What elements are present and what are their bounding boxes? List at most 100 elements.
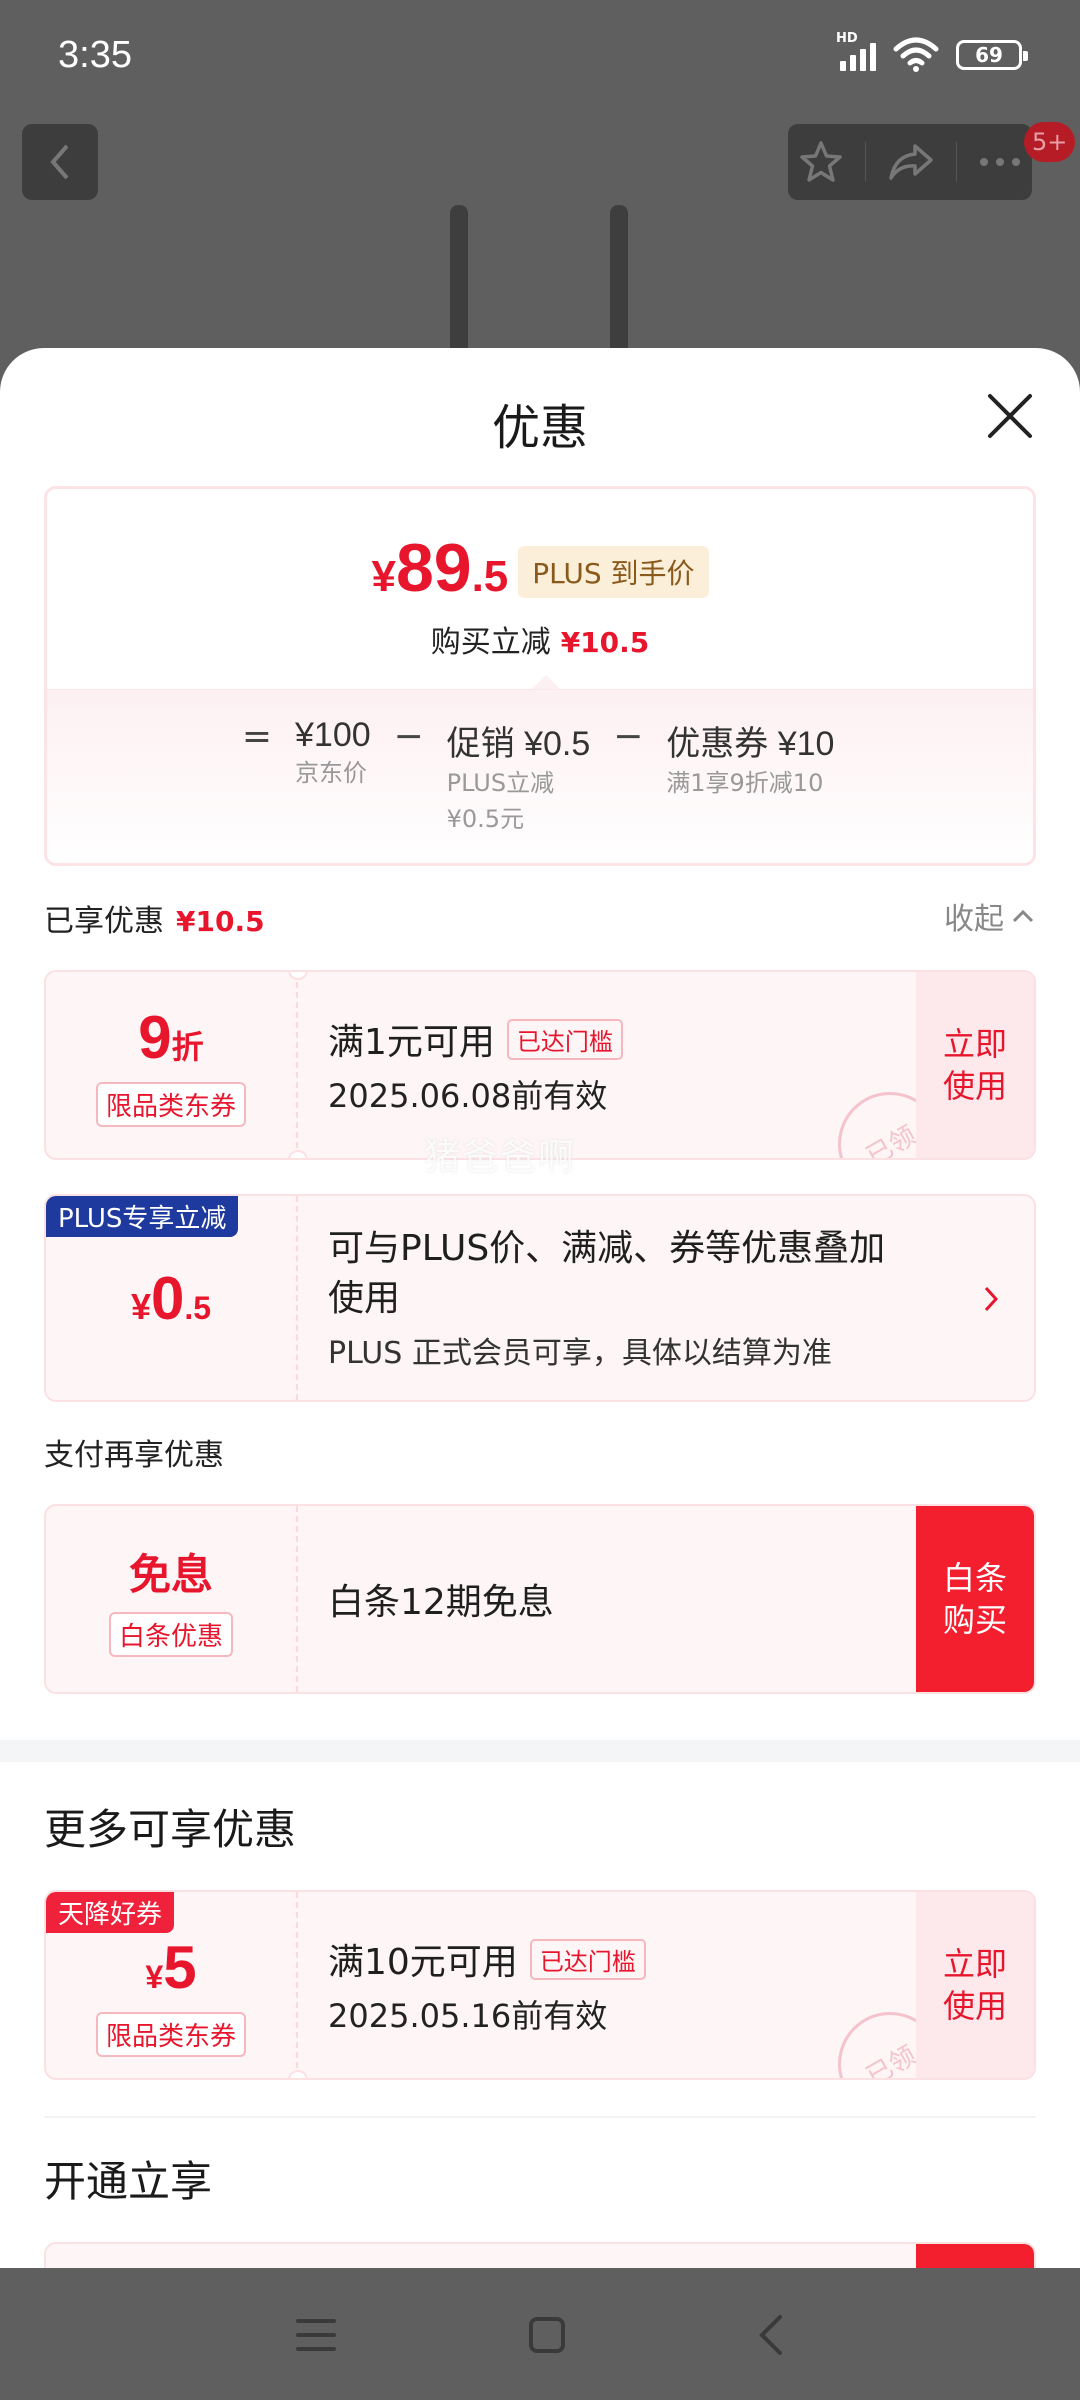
header-actions [788,124,1032,200]
baitiao-value: 免息 白条优惠 [46,1506,298,1692]
value-integer: 0 [150,1264,185,1332]
more-discounts-title: 更多可享优惠 [44,1805,297,1854]
collapse-label: 收起 [944,902,1004,937]
pointer-arrow [532,675,560,689]
menu-icon[interactable] [294,2315,338,2355]
divider [865,142,867,182]
back-icon[interactable] [756,2313,786,2357]
status-bar: 3:35 HD 69 [0,0,1080,110]
plus-discount-card[interactable]: ¥0.5 PLUS专享立减 可与PLUS价、满减、券等优惠叠加 使用 PLUS … [44,1194,1036,1402]
action-line: 立即 [942,1025,1007,1063]
coupon-value: 9折 限品类东券 [46,972,298,1158]
term-value: 促销 ¥0.5 [446,725,591,763]
membership-action-button[interactable] [916,2244,1034,2268]
term-caption: 满1享9折减10 [666,769,824,797]
equals-sign: = [241,716,273,757]
use-now-button[interactable]: 立即 使用 [916,1892,1034,2078]
coupon-type-badge: 限品类东券 [95,1082,246,1127]
coupon-condition: 满10元可用 [328,1942,518,1983]
back-button[interactable] [22,124,98,200]
ticket-notch [288,1150,308,1158]
ticket-notch [288,2070,308,2078]
reduction-label: 购买立减 [430,625,551,660]
minus-sign: − [393,716,424,757]
surprise-coupon-tag: 天降好券 [46,1892,175,1933]
system-nav-bar [0,2270,1080,2400]
chevron-right-icon [984,1286,999,1312]
membership-card-partial[interactable] [44,2242,1036,2268]
currency-symbol: ¥ [371,552,396,601]
price-summary: ¥89.5 PLUS 到手价 购买立减 ¥10.5 = ¥100 京东价 − 促销… [44,486,1036,866]
discount-unit: 折 [171,1029,204,1065]
discount-sheet: 优惠 ¥89.5 PLUS 到手价 购买立减¥10.5 = ¥100 京东价 [0,348,1080,2268]
action-line: 立即 [942,1945,1007,1983]
installment-title: 白条12期免息 [328,1582,554,1623]
term-value: 优惠券 ¥10 [666,725,835,763]
more-icon[interactable] [978,156,1022,168]
term-caption: ¥0.5元 [446,805,525,833]
battery-icon: 69 [956,40,1028,70]
home-icon[interactable] [527,2315,567,2355]
plus-description: 使用 [328,1278,401,1319]
currency-symbol: ¥ [145,1959,164,1995]
breakdown-jd-price: ¥100 京东价 [295,716,371,837]
battery-level: 69 [975,43,1003,67]
baitiao-badge: 白条优惠 [108,1612,233,1657]
action-line: 使用 [942,1987,1007,2025]
enjoyed-discounts-label: 已享优惠 ¥10.5 [44,896,265,940]
price-breakdown: = ¥100 京东价 − 促销 ¥0.5 PLUS立减 ¥0.5元 − 优惠券 … [47,689,1033,863]
close-icon[interactable] [984,390,1036,442]
plus-description: 可与PLUS价、满减、券等优惠叠加 [328,1228,886,1269]
action-line: 购买 [942,1601,1007,1639]
baitiao-card[interactable]: 免息 白条优惠 白条12期免息 白条 购买 [44,1504,1036,1694]
interest-free-label: 免息 [128,1551,213,1598]
sheet-title: 优惠 [491,400,588,456]
coupon-type-badge: 限品类东券 [95,2012,246,2057]
use-now-button[interactable]: 立即 使用 [916,972,1034,1158]
term-caption: PLUS立减 [446,769,555,797]
divider [44,2116,1036,2118]
threshold-badge: 已达门槛 [529,1938,646,1980]
pay-discount-label: 支付再享优惠 [44,1438,224,1473]
plus-note: PLUS 正式会员可享，具体以结算为准 [328,1336,832,1371]
watermark: 猪爸爸啊 [424,1137,577,1178]
membership-title: 开通立享 [44,2157,213,2206]
currency-symbol: ¥ [130,1285,151,1327]
reduction-value: ¥10.5 [560,626,650,659]
section-divider [0,1740,1080,1762]
signal-icon: HD [836,31,876,71]
price-decimal: .5 [471,552,509,601]
share-icon[interactable] [887,142,935,182]
coupon-expiry: 2025.05.16前有效 [328,1997,608,2035]
wifi-icon [893,37,939,72]
coupon-card-cash[interactable]: ¥5 限品类东券 天降好券 满10元可用 已达门槛 2025.05.16前有效 已… [44,1890,1036,2080]
coupon-expiry: 2025.06.08前有效 [328,1077,608,1115]
product-image-part [450,205,468,355]
breakdown-coupon: 优惠券 ¥10 满1享9折减10 [666,716,834,837]
baitiao-details: 白条12期免息 [328,1506,554,1692]
collapse-button[interactable]: 收起 [944,894,1036,938]
plus-exclusive-tag: PLUS专享立减 [46,1196,239,1237]
discount-number: 9 [138,1004,172,1071]
value-decimal: .5 [184,1289,212,1326]
chevron-left-icon [50,144,69,180]
threshold-badge: 已达门槛 [506,1018,623,1060]
coupon-amount: 5 [163,1934,197,2001]
star-icon[interactable] [798,139,844,185]
plus-details: 可与PLUS价、满减、券等优惠叠加 使用 PLUS 正式会员可享，具体以结算为准 [328,1196,968,1400]
breakdown-promotion: 促销 ¥0.5 PLUS立减 ¥0.5元 [447,716,591,837]
term-caption: 京东价 [295,759,367,787]
price-integer: 89 [395,530,472,606]
divider [955,142,957,182]
baitiao-buy-button[interactable]: 白条 购买 [916,1506,1034,1692]
final-price: ¥89.5 [371,529,508,607]
enjoyed-label: 已享优惠 [44,904,164,939]
enjoyed-value: ¥10.5 [176,905,265,938]
status-time: 3:35 [58,33,132,76]
minus-sign: − [613,716,644,757]
coupon-details: 满10元可用 已达门槛 2025.05.16前有效 [328,1892,646,2078]
instant-reduction: 购买立减 ¥10.5 [431,617,650,661]
network-type: HD [836,31,858,46]
coupon-condition: 满1元可用 [328,1022,495,1063]
action-line: 使用 [942,1067,1007,1105]
